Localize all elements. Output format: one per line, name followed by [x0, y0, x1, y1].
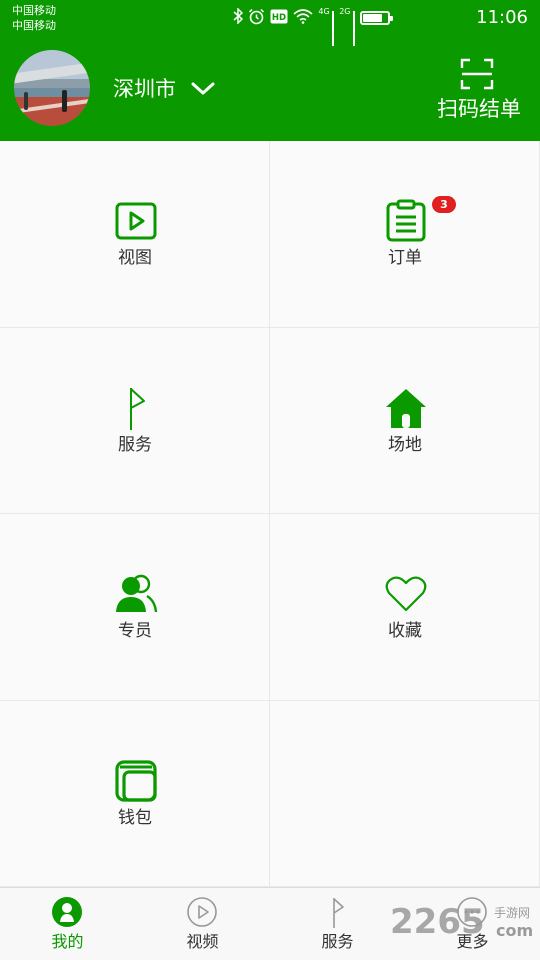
battery-level	[363, 14, 383, 22]
flag-icon	[130, 387, 145, 430]
watermark-site: 手游网	[494, 906, 531, 920]
users-icon	[116, 574, 158, 613]
network-type-label: 4G	[318, 7, 330, 16]
grid-item-venue[interactable]: 场地	[270, 327, 540, 514]
network-type-label: 2G	[339, 7, 351, 16]
hd-icon: HD	[270, 9, 288, 28]
play-circle-icon	[187, 897, 217, 927]
status-bar: 中国移动 中国移动 HD 4G 2G 11:06	[0, 0, 540, 46]
status-time: 11:06	[476, 7, 528, 28]
grid-item-service[interactable]: 服务	[0, 327, 270, 514]
wifi-icon	[293, 8, 313, 28]
home-icon	[386, 388, 426, 428]
watermark: 2265 手游网 com	[390, 900, 540, 950]
watermark-domain: com	[496, 921, 534, 940]
grid-item-label: 视图	[118, 248, 152, 268]
grid-item-label: 服务	[118, 434, 152, 455]
carrier-label: 中国移动	[12, 4, 56, 17]
tab-mine[interactable]: 我的	[0, 888, 135, 960]
signal-icon	[331, 11, 335, 46]
alarm-icon	[248, 8, 265, 29]
status-icons: HD 4G 2G	[233, 7, 393, 46]
avatar[interactable]	[14, 50, 90, 126]
heart-icon	[385, 576, 427, 612]
carrier-info: 中国移动 中国移动	[12, 3, 56, 33]
tab-label: 服务	[321, 932, 354, 951]
battery-icon	[360, 11, 393, 25]
avatar-photo-detail	[14, 62, 90, 84]
grid-item-view[interactable]: 视图	[0, 141, 270, 328]
grid-item-label: 收藏	[388, 621, 422, 641]
city-selector-label[interactable]: 深圳市	[113, 76, 176, 102]
watermark-number: 2265	[390, 902, 485, 942]
clipboard-icon	[386, 199, 426, 242]
menu-grid: 视图 订单 服务 场地 专员 收藏 钱包 3	[0, 141, 540, 887]
carrier-label: 中国移动	[12, 19, 56, 32]
hd-label: HD	[272, 13, 286, 23]
grid-item-label: 钱包	[118, 807, 152, 828]
tab-service[interactable]: 服务	[270, 888, 405, 960]
grid-item-wallet[interactable]: 钱包	[0, 700, 270, 887]
video-play-icon	[115, 202, 157, 240]
grid-item-label: 订单	[388, 248, 422, 268]
tab-video[interactable]: 视频	[135, 888, 270, 960]
bluetooth-icon	[233, 7, 244, 28]
header-bar: 中国移动 中国移动 HD 4G 2G 11:06 深圳市 扫码结单	[0, 0, 540, 141]
user-icon	[52, 897, 82, 927]
scan-button[interactable]: 扫码结单	[432, 58, 526, 126]
app-screen: 中国移动 中国移动 HD 4G 2G 11:06 深圳市 扫码结单 视图 订单 …	[0, 0, 540, 960]
wallet-icon	[115, 759, 157, 802]
scan-label: 扫码结单	[437, 97, 521, 121]
avatar-photo-detail	[24, 92, 28, 110]
tab-label: 视频	[186, 932, 219, 951]
grid-item-label: 场地	[388, 434, 422, 455]
avatar-photo-detail	[62, 90, 67, 112]
grid-item-staff[interactable]: 专员	[0, 514, 270, 701]
chevron-down-icon[interactable]	[190, 79, 216, 99]
grid-item-empty	[270, 700, 540, 887]
grid-item-orders[interactable]: 订单	[270, 141, 540, 328]
grid-item-favorites[interactable]: 收藏	[270, 514, 540, 701]
scan-icon	[460, 58, 494, 90]
tab-label: 我的	[51, 932, 84, 951]
order-count-badge: 3	[432, 196, 456, 213]
flag-icon	[333, 898, 344, 928]
grid-item-label: 专员	[118, 621, 152, 641]
signal-icon	[352, 11, 355, 46]
